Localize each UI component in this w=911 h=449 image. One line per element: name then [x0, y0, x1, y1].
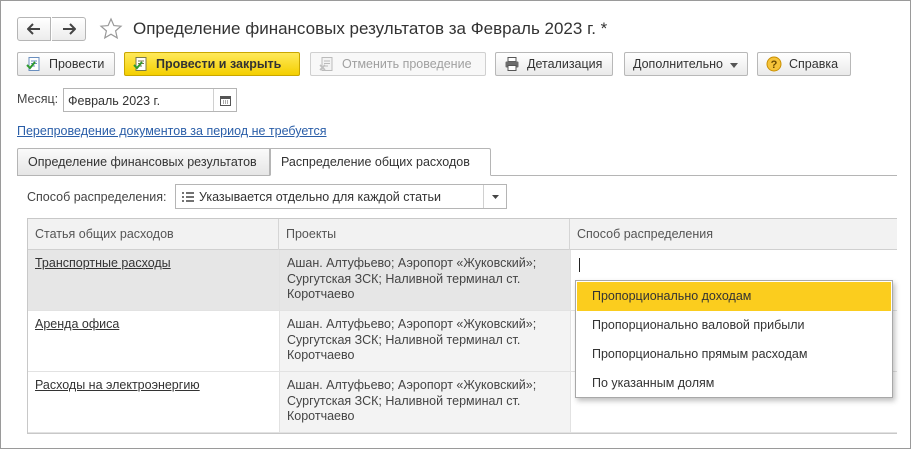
projects-cell[interactable]: Ашан. Алтуфьево; Аэропорт «Жуковский»; С… [279, 311, 570, 371]
projects-line: Коротчаево [287, 348, 355, 362]
post-document-icon [26, 56, 42, 72]
cancel-posting-label: Отменить проведение [342, 57, 472, 71]
arrow-right-icon [62, 23, 76, 35]
post-button[interactable]: Провести [17, 52, 115, 76]
list-icon [182, 192, 194, 202]
article-link[interactable]: Расходы на электроэнергию [35, 378, 200, 392]
detail-button-label: Детализация [527, 57, 603, 71]
option-specified-shares[interactable]: По указанным долям [577, 369, 891, 398]
forward-button[interactable] [52, 17, 86, 41]
distribution-method-select[interactable]: Указывается отдельно для каждой статьи [175, 184, 507, 209]
back-button[interactable] [17, 17, 51, 41]
month-field[interactable] [63, 88, 237, 112]
chevron-down-icon [491, 194, 499, 199]
calendar-button[interactable] [213, 89, 236, 111]
projects-line: Коротчаево [287, 287, 355, 301]
table-header: Статья общих расходов Проекты Способ рас… [28, 219, 897, 250]
column-header-article[interactable]: Статья общих расходов [28, 219, 279, 250]
article-cell[interactable]: Транспортные расходы [28, 250, 279, 310]
post-and-close-label: Провести и закрыть [156, 57, 282, 71]
option-proportional-direct-expenses[interactable]: Пропорционально прямым расходам [577, 340, 891, 369]
distribution-method-label: Способ распределения: [27, 190, 167, 204]
cancel-posting-button[interactable]: Отменить проведение [310, 52, 486, 76]
month-input[interactable] [68, 93, 208, 109]
help-icon: ? [766, 56, 782, 72]
cancel-posting-icon [319, 56, 335, 72]
option-proportional-income[interactable]: Пропорционально доходам [577, 282, 891, 311]
projects-line: Коротчаево [287, 409, 355, 423]
detail-button[interactable]: Детализация [495, 52, 613, 76]
calendar-icon [219, 95, 231, 106]
post-and-close-button[interactable]: Провести и закрыть [124, 52, 300, 76]
page-title: Определение финансовых результатов за Фе… [133, 19, 608, 38]
projects-cell[interactable]: Ашан. Алтуфьево; Аэропорт «Жуковский»; С… [279, 250, 570, 310]
column-header-method[interactable]: Способ распределения [570, 219, 897, 250]
svg-text:?: ? [771, 59, 778, 71]
projects-line: Сургутская ЗСК; Наливной терминал ст. [287, 271, 521, 286]
projects-line: Ашан. Алтуфьево; Аэропорт «Жуковский»; [287, 317, 537, 331]
column-header-projects[interactable]: Проекты [279, 219, 570, 250]
more-button-label: Дополнительно [633, 57, 723, 71]
favorite-star-icon[interactable] [98, 16, 124, 42]
distribution-dropdown-button[interactable] [483, 185, 506, 208]
tab-financial-results[interactable]: Определение финансовых результатов [17, 148, 270, 176]
projects-cell[interactable]: Ашан. Алтуфьево; Аэропорт «Жуковский»; С… [279, 372, 570, 432]
repost-status-link[interactable]: Перепроведение документов за период не т… [17, 124, 327, 138]
projects-line: Ашан. Алтуфьево; Аэропорт «Жуковский»; [287, 378, 537, 392]
more-menu-button[interactable]: Дополнительно [624, 52, 748, 76]
article-link[interactable]: Аренда офиса [35, 317, 119, 331]
projects-line: Сургутская ЗСК; Наливной терминал ст. [287, 332, 521, 347]
method-dropdown-list: Пропорционально доходам Пропорционально … [575, 280, 893, 398]
arrow-left-icon [27, 23, 40, 35]
article-cell[interactable]: Аренда офиса [28, 311, 279, 371]
month-label: Месяц: [17, 92, 59, 106]
help-button[interactable]: ? Справка [757, 52, 851, 76]
projects-line: Ашан. Алтуфьево; Аэропорт «Жуковский»; [287, 256, 537, 270]
dropdown-caret-icon [729, 57, 738, 71]
printer-icon [504, 56, 520, 72]
post-button-label: Провести [49, 57, 105, 71]
article-link[interactable]: Транспортные расходы [35, 256, 171, 270]
projects-line: Сургутская ЗСК; Наливной терминал ст. [287, 393, 521, 408]
article-cell[interactable]: Расходы на электроэнергию [28, 372, 279, 432]
help-button-label: Справка [789, 57, 839, 71]
post-close-document-icon [133, 56, 149, 72]
distribution-method-value: Указывается отдельно для каждой статьи [199, 190, 441, 204]
option-proportional-gross-profit[interactable]: Пропорционально валовой прибыли [577, 311, 891, 340]
tab-common-expenses-distribution[interactable]: Распределение общих расходов [270, 148, 491, 176]
text-cursor [579, 258, 580, 272]
